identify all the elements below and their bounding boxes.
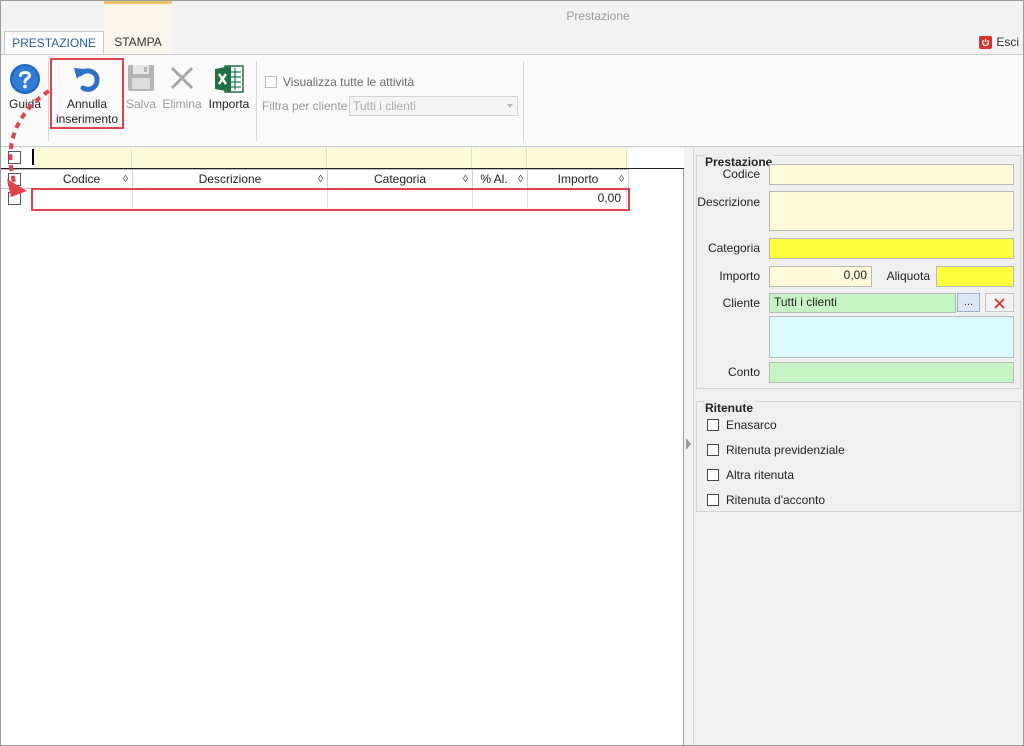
tab-stampa[interactable]: STAMPA [104,31,172,55]
grid-filter-row [1,148,684,168]
excel-icon [215,65,244,93]
conto-label: Conto [727,365,760,379]
visualizza-checkbox-box[interactable] [265,76,277,88]
column-label-categoria: Categoria [373,172,427,186]
column-header-importo[interactable]: Importo ◊ [528,170,629,189]
esci-label: Esci [996,35,1019,49]
enasarco-checkbox[interactable]: Enasarco [707,418,777,432]
elimina-button[interactable]: Elimina [161,63,203,111]
filtra-cliente-select[interactable]: Tutti i clienti [349,96,518,116]
altra-ritenuta-checkbox-box[interactable] [707,469,719,481]
cliente-detail-field[interactable] [769,316,1014,358]
ritenute-group-title: Ritenute [705,401,755,415]
sort-icon: ◊ [318,174,323,185]
filter-cell-importo[interactable] [528,148,627,168]
sort-icon: ◊ [619,174,624,185]
importo-label: Importo [719,269,760,283]
column-header-aliquota[interactable]: % Al. ◊ [473,170,528,189]
chevron-down-icon [507,104,513,108]
sort-icon: ◊ [518,174,523,185]
delete-x-icon [170,66,194,90]
close-icon [994,298,1005,309]
categoria-field[interactable] [769,238,1014,259]
visualizza-label: Visualizza tutte le attività [283,75,415,89]
importa-label: Importa [208,97,250,111]
ritenuta-previdenziale-checkbox-box[interactable] [707,444,719,456]
enasarco-checkbox-box[interactable] [707,419,719,431]
annotation-arrow-icon [7,89,51,197]
save-icon [128,65,154,91]
panel-splitter[interactable] [685,148,694,745]
codice-label: Codice [722,167,760,181]
codice-field[interactable] [769,164,1014,185]
ribbon-toolbar: Guida Annulla inserimento Salva Elimina … [1,54,1023,147]
categoria-label: Categoria [707,241,760,255]
cliente-clear-button[interactable] [985,293,1014,312]
salva-button[interactable]: Salva [125,63,157,111]
importa-button[interactable]: Importa [206,63,252,111]
aliquota-label: Aliquota [886,269,930,283]
cliente-label: Cliente [722,296,760,310]
ritenuta-acconto-checkbox-box[interactable] [707,494,719,506]
altra-ritenuta-label: Altra ritenuta [726,468,795,482]
filtra-cliente-label: Filtra per cliente [262,99,348,113]
filter-cell-categoria[interactable] [328,148,472,168]
column-header-categoria[interactable]: Categoria ◊ [328,170,473,189]
ritenuta-previdenziale-checkbox[interactable]: Ritenuta previdenziale [707,443,845,457]
ribbon-separator [256,61,257,141]
filtra-cliente-value: Tutti i clienti [353,99,416,113]
window-title: Prestazione [566,9,630,23]
filter-cell-descrizione[interactable] [133,148,327,168]
column-label-descrizione: Descrizione [198,172,262,186]
esci-button[interactable]: Esci [979,35,1019,49]
descrizione-field[interactable] [769,191,1014,231]
sort-icon: ◊ [123,174,128,185]
new-row-highlight-box [31,188,630,211]
collapse-arrow-icon[interactable] [686,438,691,450]
ritenuta-acconto-label: Ritenuta d'acconto [726,493,826,507]
aliquota-field[interactable] [936,266,1014,287]
sort-icon: ◊ [463,174,468,185]
prestazioni-grid: Codice ◊ Descrizione ◊ Categoria ◊ % Al.… [1,148,684,745]
enasarco-label: Enasarco [726,418,777,432]
power-icon [979,35,993,49]
detail-panel: Prestazione Codice Descrizione Categoria… [694,148,1023,745]
title-bar: Prestazione PRESTAZIONE STAMPA Esci [1,1,1023,55]
altra-ritenuta-checkbox[interactable]: Altra ritenuta [707,468,794,482]
conto-field[interactable] [769,362,1014,383]
ritenuta-acconto-checkbox[interactable]: Ritenuta d'acconto [707,493,825,507]
filter-cell-aliquota[interactable] [473,148,527,168]
importo-field[interactable]: 0,00 [769,266,872,287]
grid-header-row: Codice ◊ Descrizione ◊ Categoria ◊ % Al.… [1,169,629,189]
ritenuta-previdenziale-label: Ritenuta previdenziale [726,443,845,457]
descrizione-label: Descrizione [697,195,760,209]
ribbon-separator [523,61,524,141]
column-header-descrizione[interactable]: Descrizione ◊ [133,170,328,189]
salva-label: Salva [125,97,157,111]
column-label-aliquota: % Al. [480,172,508,186]
column-label-importo: Importo [557,172,599,186]
cliente-field[interactable]: Tutti i clienti [769,293,956,313]
tab-prestazione[interactable]: PRESTAZIONE [4,31,104,55]
elimina-label: Elimina [162,97,202,111]
cliente-lookup-button[interactable]: ... [957,293,980,312]
ritenute-group: Ritenute Enasarco Ritenuta previdenziale… [696,401,1021,512]
app-window: Prestazione PRESTAZIONE STAMPA Esci Guid… [0,0,1024,746]
visualizza-tutte-checkbox[interactable]: Visualizza tutte le attività [265,75,414,89]
prestazione-group: Prestazione Codice Descrizione Categoria… [696,155,1021,389]
